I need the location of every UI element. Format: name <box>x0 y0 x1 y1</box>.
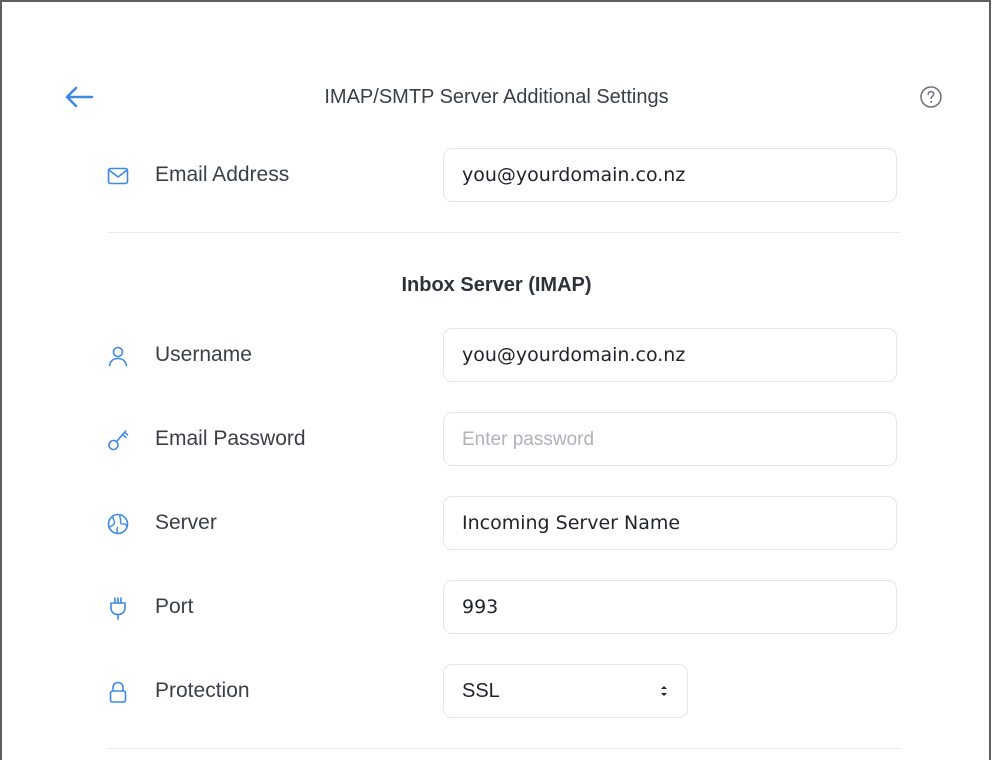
page-title: IMAP/SMTP Server Additional Settings <box>324 86 669 108</box>
lock-icon <box>106 680 130 704</box>
protection-selected-value: SSL <box>462 680 500 702</box>
username-row: Username <box>0 328 993 384</box>
password-input[interactable] <box>443 412 897 466</box>
username-input[interactable] <box>443 328 897 382</box>
port-label: Port <box>155 595 194 618</box>
select-arrows-icon <box>661 686 667 696</box>
email-address-label: Email Address <box>155 163 290 186</box>
question-circle-icon <box>920 86 942 108</box>
divider <box>108 232 900 233</box>
divider-bottom <box>108 748 900 749</box>
header: IMAP/SMTP Server Additional Settings <box>0 76 993 120</box>
protection-select[interactable]: SSL <box>443 664 688 718</box>
user-icon <box>106 344 130 368</box>
server-input[interactable] <box>443 496 897 550</box>
server-label: Server <box>155 511 217 534</box>
protection-label: Protection <box>155 679 250 702</box>
plug-icon <box>106 596 130 620</box>
email-address-input[interactable] <box>443 148 897 202</box>
password-row: Email Password <box>0 412 993 468</box>
protection-row: Protection SSL <box>0 664 993 720</box>
port-input[interactable] <box>443 580 897 634</box>
key-icon <box>106 428 130 452</box>
password-label: Email Password <box>155 427 306 450</box>
server-row: Server <box>0 496 993 552</box>
envelope-icon <box>106 164 130 188</box>
email-address-row: Email Address <box>0 148 993 204</box>
username-label: Username <box>155 343 252 366</box>
inbox-section-title: Inbox Server (IMAP) <box>401 274 592 296</box>
port-row: Port <box>0 580 993 636</box>
globe-icon <box>106 512 130 536</box>
help-button[interactable] <box>918 84 944 110</box>
